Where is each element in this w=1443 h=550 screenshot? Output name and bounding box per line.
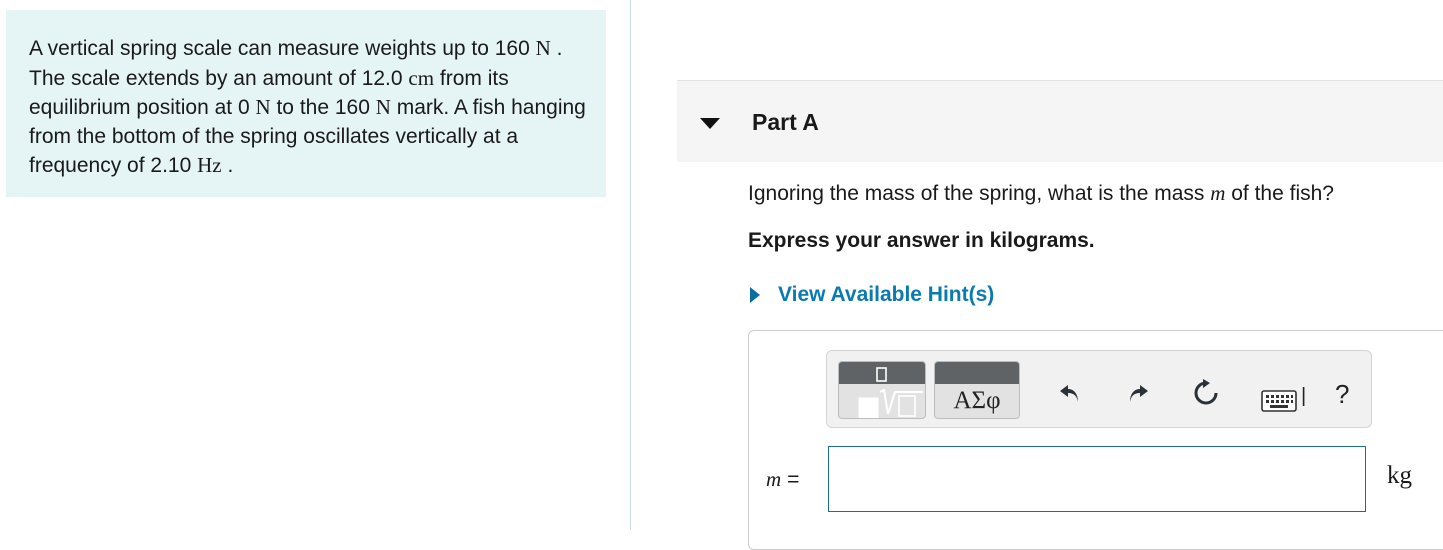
question-variable: m <box>1210 181 1226 205</box>
collapse-caret-icon[interactable] <box>700 118 720 129</box>
answer-instruction: Express your answer in kilograms. <box>748 229 1095 252</box>
question-text-after: of the fish? <box>1225 182 1334 205</box>
problem-unit: N <box>375 95 391 119</box>
help-icon[interactable]: ? <box>1335 379 1349 410</box>
undo-icon <box>1060 385 1078 402</box>
problem-unit: cm <box>408 65 435 90</box>
answer-variable-label: m = <box>766 467 799 492</box>
templates-button[interactable] <box>838 361 926 419</box>
reset-icon <box>1194 379 1218 405</box>
problem-text-segment: to the 160 <box>270 96 376 119</box>
answer-unit: kg <box>1387 462 1412 489</box>
problem-text-segment: A vertical spring scale can measure weig… <box>29 37 536 60</box>
question-text: Ignoring the mass of the spring, what is… <box>748 181 1334 206</box>
part-title: Part A <box>752 109 819 135</box>
greek-letters-button[interactable]: ΑΣφ <box>934 361 1020 419</box>
view-hints-link[interactable]: View Available Hint(s) <box>778 283 994 307</box>
problem-statement: A vertical spring scale can measure weig… <box>6 10 606 197</box>
panel-divider <box>630 0 631 530</box>
question-text-before: Ignoring the mass of the spring, what is… <box>748 182 1211 205</box>
math-toolbar: ΑΣφ | ? <box>826 350 1372 428</box>
problem-text-segment: . <box>221 154 234 177</box>
greek-letters-icon: ΑΣφ <box>953 387 1001 414</box>
undo-button[interactable] <box>1055 378 1085 408</box>
problem-unit: N <box>255 95 271 119</box>
part-header[interactable]: Part A <box>677 80 1443 162</box>
reset-button[interactable] <box>1191 378 1221 408</box>
redo-button[interactable] <box>1123 378 1153 408</box>
answer-input[interactable] <box>828 446 1366 512</box>
keyboard-separator: | <box>1301 385 1307 407</box>
hint-toggle[interactable]: View Available Hint(s) <box>748 281 994 309</box>
redo-icon <box>1130 385 1148 402</box>
templates-icon <box>858 367 923 418</box>
keyboard-icon[interactable] <box>1261 390 1297 412</box>
equals-sign: = <box>787 468 800 491</box>
greek-band <box>935 362 1019 384</box>
answer-variable: m <box>766 467 782 491</box>
problem-unit: N <box>535 36 551 60</box>
problem-text: A vertical spring scale can measure weig… <box>29 36 586 177</box>
expand-caret-icon[interactable] <box>750 287 760 303</box>
problem-unit: Hz <box>197 153 222 177</box>
